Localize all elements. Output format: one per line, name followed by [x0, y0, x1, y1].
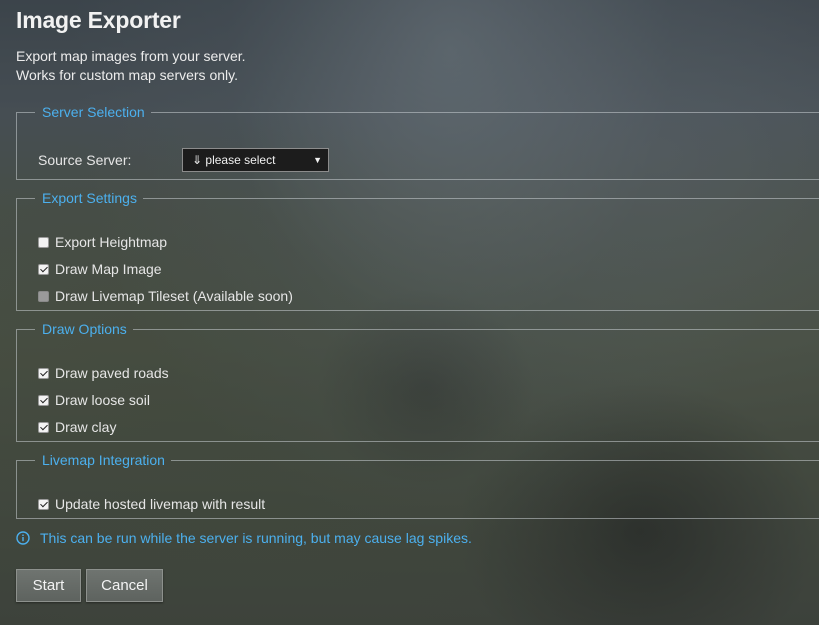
update-livemap-label: Update hosted livemap with result [55, 496, 266, 512]
export-heightmap-option[interactable]: Export Heightmap [38, 234, 167, 250]
export-heightmap-label: Export Heightmap [55, 234, 168, 250]
start-button[interactable]: Start [16, 569, 81, 602]
draw-livemap-tileset-label: Draw Livemap Tileset (Available soon) [55, 288, 293, 304]
draw-map-image-option[interactable]: Draw Map Image [38, 261, 162, 277]
draw-paved-roads-option[interactable]: Draw paved roads [38, 365, 169, 381]
source-server-label: Source Server: [38, 152, 132, 168]
page-description: Export map images from your server. Work… [16, 47, 246, 85]
export-heightmap-checkbox[interactable] [38, 236, 49, 248]
draw-options-group: Draw Options Draw paved roads Draw loose… [16, 321, 819, 442]
draw-livemap-tileset-option: Draw Livemap Tileset (Available soon) [38, 288, 293, 304]
info-text: This can be run while the server is runn… [40, 530, 472, 546]
update-livemap-checkbox[interactable] [38, 498, 49, 510]
draw-loose-soil-option[interactable]: Draw loose soil [38, 392, 150, 408]
draw-clay-label: Draw clay [55, 419, 117, 435]
draw-paved-roads-checkbox[interactable] [38, 367, 49, 379]
livemap-integration-legend: Livemap Integration [42, 452, 165, 468]
livemap-integration-group: Livemap Integration Update hosted livema… [16, 452, 819, 519]
info-message: This can be run while the server is runn… [16, 530, 472, 546]
draw-map-image-checkbox[interactable] [38, 263, 49, 275]
page-title: Image Exporter [16, 7, 181, 33]
server-selection-group: Server Selection Source Server: ⇓ please… [16, 104, 819, 180]
description-line: Works for custom map servers only. [16, 67, 238, 83]
description-line: Export map images from your server. [16, 48, 246, 64]
info-circle-icon [16, 531, 30, 545]
draw-paved-roads-label: Draw paved roads [55, 365, 169, 381]
draw-map-image-label: Draw Map Image [55, 261, 162, 277]
source-server-select[interactable]: ⇓ please select ▼ [182, 148, 329, 172]
draw-loose-soil-checkbox[interactable] [38, 394, 49, 406]
draw-loose-soil-label: Draw loose soil [55, 392, 150, 408]
caret-down-icon: ▼ [313, 155, 322, 165]
export-settings-legend: Export Settings [42, 190, 137, 206]
source-server-select-value: ⇓ please select [192, 153, 276, 167]
update-livemap-option[interactable]: Update hosted livemap with result [38, 496, 265, 512]
draw-clay-checkbox[interactable] [38, 421, 49, 433]
cancel-button[interactable]: Cancel [86, 569, 163, 602]
draw-options-legend: Draw Options [42, 321, 127, 337]
draw-livemap-tileset-checkbox [38, 290, 49, 302]
export-settings-group: Export Settings Export Heightmap Draw Ma… [16, 190, 819, 311]
server-selection-legend: Server Selection [42, 104, 145, 120]
draw-clay-option[interactable]: Draw clay [38, 419, 116, 435]
